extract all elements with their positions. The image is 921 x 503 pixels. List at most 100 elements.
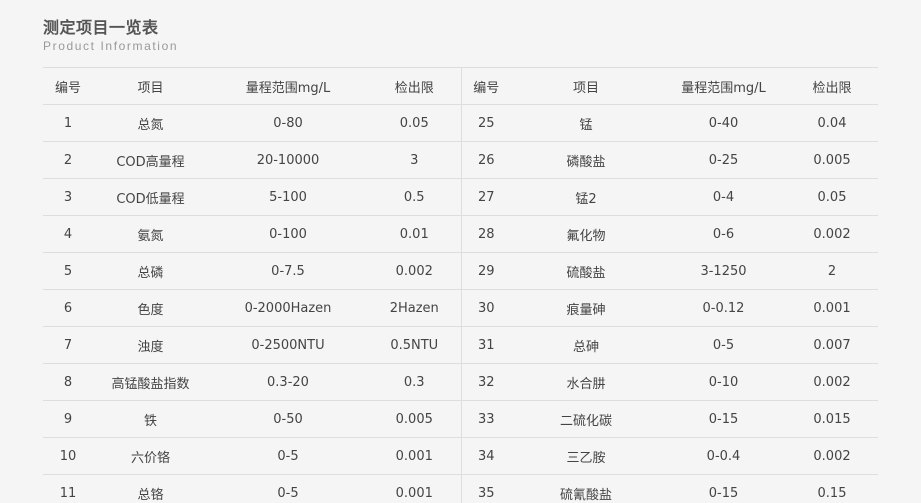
cell-number: 31 [460,326,511,364]
measurement-items-table: 编号 项目 量程范围mg/L 检出限 编号 项目 量程范围mg/L 检出限 1 总氮 0-80 0.… [43,67,878,503]
cell-detection-limit: 0.01 [368,215,461,253]
column-header-range: 量程范围mg/L [208,67,368,105]
cell-number: 29 [460,252,511,290]
cell-range: 0-2000Hazen [208,289,368,327]
cell-number: 1 [43,104,93,142]
cell-detection-limit: 0.015 [786,400,878,438]
cell-range: 0-5 [208,474,368,503]
column-header-range: 量程范围mg/L [661,67,786,105]
cell-item: 总砷 [511,326,661,364]
cell-range: 0-15 [661,474,786,503]
cell-range: 0-0.12 [661,289,786,327]
cell-number: 34 [460,437,511,475]
cell-detection-limit: 2 [786,252,878,290]
cell-item: 痕量砷 [511,289,661,327]
cell-range: 0-40 [661,104,786,142]
page-subtitle: Product Information [43,39,179,53]
cell-item: 氟化物 [511,215,661,253]
cell-number: 30 [460,289,511,327]
cell-number: 32 [460,363,511,401]
cell-range: 0-4 [661,178,786,216]
column-header-item: 项目 [93,67,208,105]
cell-item: 总氮 [93,104,208,142]
cell-detection-limit: 2Hazen [368,289,461,327]
cell-detection-limit: 0.002 [786,437,878,475]
cell-range: 0-50 [208,400,368,438]
cell-range: 0-0.4 [661,437,786,475]
cell-number: 5 [43,252,93,290]
cell-number: 2 [43,141,93,179]
cell-detection-limit: 0.001 [368,474,461,503]
cell-detection-limit: 0.05 [368,104,461,142]
cell-item: 总磷 [93,252,208,290]
cell-detection-limit: 0.05 [786,178,878,216]
cell-item: 六价铬 [93,437,208,475]
column-header-number: 编号 [460,67,511,105]
cell-item: 二硫化碳 [511,400,661,438]
cell-detection-limit: 0.002 [786,363,878,401]
cell-range: 0-5 [661,326,786,364]
cell-range: 3-1250 [661,252,786,290]
cell-item: 锰2 [511,178,661,216]
column-header-detection-limit: 检出限 [368,67,461,105]
cell-number: 3 [43,178,93,216]
cell-number: 33 [460,400,511,438]
cell-item: 硫酸盐 [511,252,661,290]
cell-number: 11 [43,474,93,503]
cell-detection-limit: 0.005 [786,141,878,179]
cell-range: 0-80 [208,104,368,142]
cell-range: 20-10000 [208,141,368,179]
cell-item: 色度 [93,289,208,327]
cell-detection-limit: 0.04 [786,104,878,142]
cell-number: 26 [460,141,511,179]
cell-detection-limit: 0.5NTU [368,326,461,364]
cell-range: 0-2500NTU [208,326,368,364]
cell-number: 4 [43,215,93,253]
table-row: 3 COD低量程 5-100 0.5 27 锰2 0-4 0.05 [43,178,878,216]
table-row: 2 COD高量程 20-10000 3 26 磷酸盐 0-25 0.005 [43,141,878,179]
cell-detection-limit: 0.15 [786,474,878,503]
cell-item: 磷酸盐 [511,141,661,179]
cell-range: 0-6 [661,215,786,253]
cell-range: 0-15 [661,400,786,438]
cell-number: 27 [460,178,511,216]
table-row: 5 总磷 0-7.5 0.002 29 硫酸盐 3-1250 2 [43,252,878,290]
table-row: 11 总铬 0-5 0.001 35 硫氰酸盐 0-15 0.15 [43,474,878,503]
table-row: 8 高锰酸盐指数 0.3-20 0.3 32 水合肼 0-10 0.002 [43,363,878,401]
cell-detection-limit: 0.005 [368,400,461,438]
cell-range: 0-10 [661,363,786,401]
page-title: 测定项目一览表 [43,18,159,37]
cell-item: 高锰酸盐指数 [93,363,208,401]
cell-detection-limit: 0.007 [786,326,878,364]
table-row: 4 氨氮 0-100 0.01 28 氟化物 0-6 0.002 [43,215,878,253]
table-row: 9 铁 0-50 0.005 33 二硫化碳 0-15 0.015 [43,400,878,438]
cell-range: 0-7.5 [208,252,368,290]
cell-number: 7 [43,326,93,364]
cell-item: COD高量程 [93,141,208,179]
cell-number: 8 [43,363,93,401]
cell-number: 6 [43,289,93,327]
cell-item: 三乙胺 [511,437,661,475]
cell-item: 锰 [511,104,661,142]
cell-detection-limit: 0.001 [786,289,878,327]
cell-range: 0.3-20 [208,363,368,401]
cell-detection-limit: 0.3 [368,363,461,401]
cell-detection-limit: 0.002 [786,215,878,253]
cell-range: 0-5 [208,437,368,475]
cell-number: 28 [460,215,511,253]
column-header-detection-limit: 检出限 [786,67,878,105]
column-header-number: 编号 [43,67,93,105]
cell-item: 总铬 [93,474,208,503]
cell-range: 0-100 [208,215,368,253]
table-row: 6 色度 0-2000Hazen 2Hazen 30 痕量砷 0-0.12 0.001 [43,289,878,327]
table-row: 1 总氮 0-80 0.05 25 锰 0-40 0.04 [43,104,878,142]
cell-detection-limit: 0.5 [368,178,461,216]
cell-range: 5-100 [208,178,368,216]
cell-number: 25 [460,104,511,142]
product-information-page: 测定项目一览表 Product Information 编号 项目 量程范围mg/L… [0,0,921,503]
cell-number: 35 [460,474,511,503]
cell-item: 水合肼 [511,363,661,401]
cell-detection-limit: 0.002 [368,252,461,290]
cell-item: COD低量程 [93,178,208,216]
cell-range: 0-25 [661,141,786,179]
